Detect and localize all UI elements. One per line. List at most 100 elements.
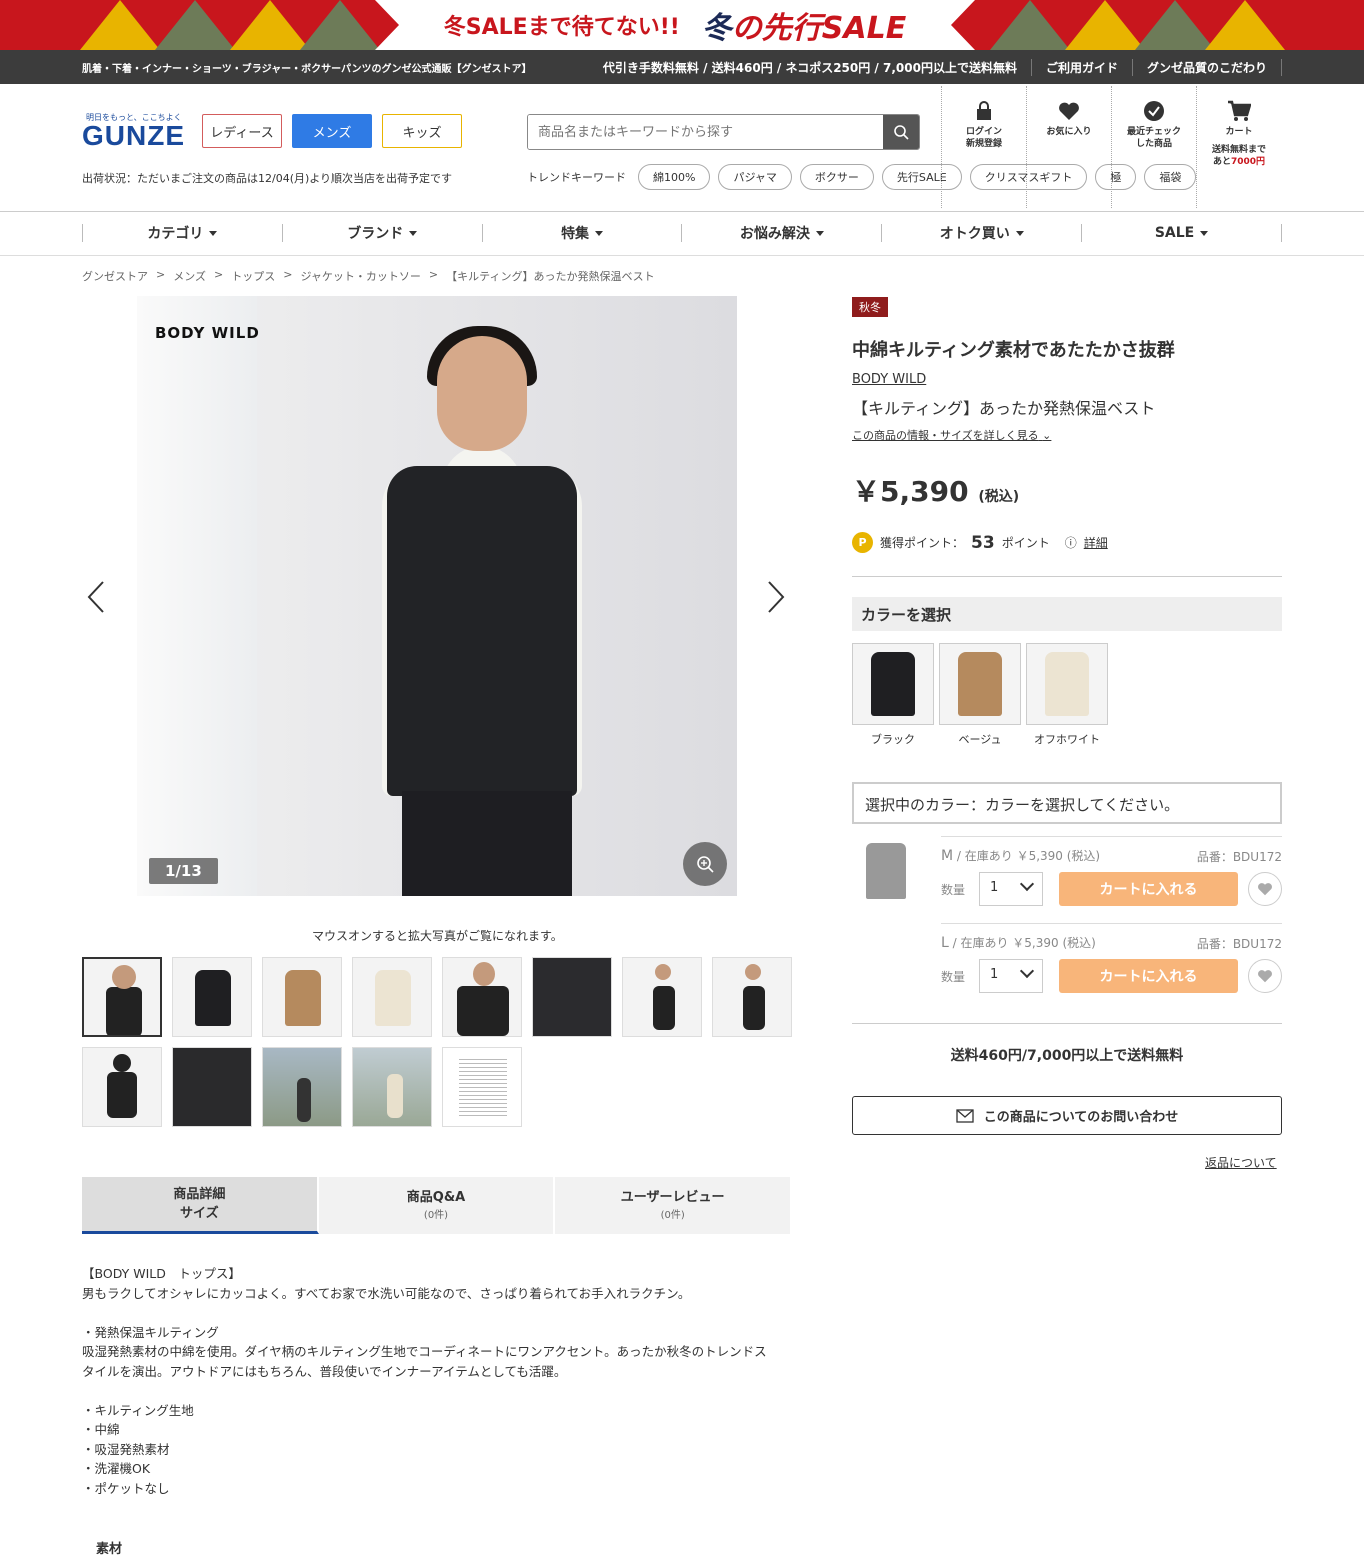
color-heading: カラーを選択 bbox=[852, 597, 1282, 631]
recent-items-button[interactable]: 最近チェック した商品 bbox=[1111, 86, 1196, 208]
trend-chip[interactable]: パジャマ bbox=[718, 164, 792, 190]
color-label: ブラック bbox=[871, 733, 915, 746]
image-counter: 1/13 bbox=[149, 858, 218, 884]
thumbnail[interactable] bbox=[532, 957, 612, 1037]
thumbnail[interactable] bbox=[172, 1047, 252, 1127]
sku-row-l: L / 在庫あり ￥5,390 (税込) 品番：BDU172 数量 1 カートに… bbox=[941, 923, 1282, 1009]
tab-qa[interactable]: 商品Q&A (0件) bbox=[318, 1177, 556, 1234]
breadcrumb-link[interactable]: メンズ bbox=[173, 268, 206, 284]
brand-link[interactable]: BODY WILD bbox=[852, 372, 926, 387]
thumbnail[interactable] bbox=[262, 1047, 342, 1127]
quantity-select[interactable]: 1 bbox=[979, 872, 1043, 906]
caret-down-icon bbox=[1015, 230, 1024, 236]
material-heading: 素材 bbox=[96, 1542, 123, 1557]
nav-solutions[interactable]: お悩み解決 bbox=[681, 224, 881, 242]
global-nav: カテゴリ ブランド 特集 お悩み解決 オトク買い SALE bbox=[0, 211, 1364, 256]
thumbnail[interactable] bbox=[442, 1047, 522, 1127]
brand-logo: BODY WILD bbox=[155, 324, 260, 342]
segment-ladies-button[interactable]: レディース bbox=[202, 114, 282, 148]
gunze-logo[interactable]: GUNZE bbox=[82, 120, 185, 152]
lock-icon bbox=[977, 101, 991, 120]
price: ￥5,390 (税込) bbox=[852, 475, 1020, 508]
next-image-button[interactable] bbox=[766, 580, 786, 617]
thumbnail[interactable] bbox=[352, 1047, 432, 1127]
promo-banner[interactable]: 冬SALEまで待てない!! 冬の先行SALE bbox=[0, 0, 1364, 50]
breadcrumb: グンゼストア > メンズ > トップス > ジャケット・カットソー > 【キルテ… bbox=[82, 268, 655, 284]
segment-kids-button[interactable]: キッズ bbox=[382, 114, 462, 148]
nav-brand[interactable]: ブランド bbox=[281, 224, 482, 242]
thumbnail[interactable] bbox=[172, 957, 252, 1037]
trend-chip[interactable]: ボクサー bbox=[799, 164, 874, 190]
free-shipping-note: 送料460円/7,000円以上で送料無料 bbox=[950, 1048, 1184, 1064]
points-info: P 獲得ポイント： 53 ポイント ⓘ 詳細 bbox=[852, 532, 1108, 553]
chevron-down-icon bbox=[1019, 963, 1035, 979]
banner-text-left: 冬SALEまで待てない!! bbox=[443, 15, 680, 40]
point-icon: P bbox=[852, 532, 873, 553]
sku-thumbnail bbox=[866, 843, 906, 899]
color-label: ベージュ bbox=[958, 733, 1002, 746]
heart-icon bbox=[1059, 102, 1079, 120]
cart-icon bbox=[1228, 100, 1251, 121]
detail-tabs: 商品詳細 サイズ 商品Q&A (0件) ユーザーレビュー (0件) bbox=[82, 1177, 793, 1234]
main-product-image[interactable]: BODY WILD 1/13 bbox=[137, 296, 737, 896]
thumbnail[interactable] bbox=[442, 957, 522, 1037]
mail-icon bbox=[956, 1108, 974, 1123]
breadcrumb-link[interactable]: トップス bbox=[231, 268, 275, 284]
thumbnail[interactable] bbox=[352, 957, 432, 1037]
breadcrumb-link[interactable]: グンゼストア bbox=[82, 268, 148, 284]
segment-mens-button[interactable]: メンズ bbox=[292, 114, 372, 148]
trend-label: トレンドキーワード bbox=[527, 171, 626, 184]
color-swatch-black[interactable] bbox=[852, 643, 934, 725]
color-swatch-beige[interactable] bbox=[939, 643, 1021, 725]
search-input[interactable] bbox=[528, 115, 883, 149]
add-to-cart-button[interactable]: カートに入れる bbox=[1059, 872, 1238, 906]
product-name: 【キルティング】あったか発熱保温ベスト bbox=[852, 399, 1156, 418]
tab-reviews[interactable]: ユーザーレビュー (0件) bbox=[555, 1177, 793, 1234]
banner-text-right: 冬の先行SALE bbox=[701, 11, 907, 46]
login-button[interactable]: ログイン 新規登録 bbox=[941, 86, 1026, 208]
cart-button[interactable]: カート 送料無料まで あと7000円 bbox=[1196, 86, 1281, 208]
product-catchphrase: 中綿キルティング素材であたたかさ抜群 bbox=[852, 340, 1175, 361]
caret-down-icon bbox=[815, 230, 824, 236]
heart-icon bbox=[1258, 970, 1272, 983]
nav-deals[interactable]: オトク買い bbox=[881, 224, 1081, 242]
tab-details[interactable]: 商品詳細 サイズ bbox=[82, 1177, 319, 1234]
zoom-button[interactable] bbox=[683, 842, 727, 886]
check-circle-icon bbox=[1144, 101, 1164, 121]
nav-category[interactable]: カテゴリ bbox=[82, 224, 282, 242]
returns-link[interactable]: 返品について bbox=[1205, 1154, 1277, 1171]
chevron-down-icon bbox=[1019, 876, 1035, 892]
breadcrumb-link[interactable]: ジャケット・カットソー bbox=[300, 268, 420, 284]
detail-link[interactable]: この商品の情報・サイズを詳しく見る ⌄ bbox=[852, 427, 1051, 443]
shipping-info-link[interactable]: 代引き手数料無料 / 送料460円 / ネコポス250円 / 7,000円以上で… bbox=[589, 59, 1032, 76]
inquiry-button[interactable]: この商品についてのお問い合わせ bbox=[852, 1096, 1282, 1135]
guide-link[interactable]: ご利用ガイド bbox=[1032, 59, 1133, 76]
nav-sale[interactable]: SALE bbox=[1081, 224, 1282, 242]
chevron-left-icon bbox=[87, 581, 104, 613]
cart-free-note: 送料無料まで bbox=[1211, 145, 1266, 156]
search-icon bbox=[894, 125, 909, 140]
product-description: 【BODY WILD トップス】 男もラクしてオシャレにカッコよく。すべてお家で… bbox=[82, 1266, 767, 1496]
favorite-button[interactable] bbox=[1248, 959, 1282, 993]
search-button[interactable] bbox=[883, 115, 919, 149]
point-detail-link[interactable]: 詳細 bbox=[1084, 534, 1108, 551]
prev-image-button[interactable] bbox=[86, 580, 106, 617]
favorite-button[interactable] bbox=[1248, 872, 1282, 906]
thumbnail[interactable] bbox=[82, 957, 162, 1037]
add-to-cart-button[interactable]: カートに入れる bbox=[1059, 959, 1238, 993]
thumbnail[interactable] bbox=[622, 957, 702, 1037]
quantity-select[interactable]: 1 bbox=[979, 959, 1043, 993]
trend-chip[interactable]: 綿100% bbox=[638, 164, 711, 190]
caret-down-icon bbox=[209, 230, 218, 236]
thumbnail[interactable] bbox=[262, 957, 342, 1037]
thumbnail[interactable] bbox=[712, 957, 792, 1037]
favorites-button[interactable]: お気に入り bbox=[1026, 86, 1111, 208]
info-bar: 肌着・下着・インナー・ショーツ・ブラジャー・ボクサーパンツのグンゼ公式通販【グン… bbox=[0, 50, 1364, 84]
nav-feature[interactable]: 特集 bbox=[481, 224, 682, 242]
site-tagline: 肌着・下着・インナー・ショーツ・ブラジャー・ボクサーパンツのグンゼ公式通販【グン… bbox=[82, 64, 532, 75]
breadcrumb-current: 【キルティング】あったか発熱保温ベスト bbox=[446, 270, 655, 283]
color-swatch-offwhite[interactable] bbox=[1026, 643, 1108, 725]
quality-link[interactable]: グンゼ品質のこだわり bbox=[1133, 59, 1282, 76]
thumbnail[interactable] bbox=[82, 1047, 162, 1127]
header-icons: ログイン 新規登録 お気に入り 最近チェック した商品 カート 送料無料まで あと7… bbox=[941, 86, 1281, 208]
